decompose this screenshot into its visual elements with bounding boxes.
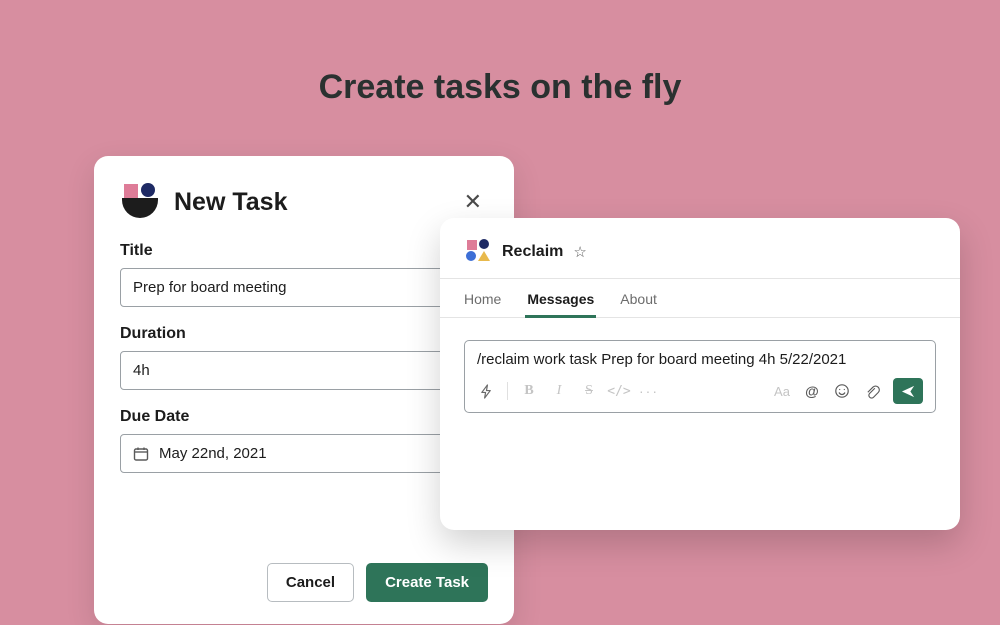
- composer-text[interactable]: /reclaim work task Prep for board meetin…: [477, 351, 923, 368]
- composer-toolbar: B I S </> ··· Aa @: [477, 378, 923, 404]
- slack-header: Reclaim ☆: [440, 238, 960, 278]
- duration-input-value: 4h: [133, 362, 150, 379]
- strikethrough-icon[interactable]: S: [580, 382, 598, 400]
- attachment-icon[interactable]: [863, 382, 881, 400]
- italic-icon[interactable]: I: [550, 382, 568, 400]
- slack-tabs: Home Messages About: [440, 278, 960, 318]
- title-label: Title: [120, 242, 488, 260]
- send-button[interactable]: [893, 378, 923, 404]
- emoji-icon[interactable]: [833, 382, 851, 400]
- duration-label: Duration: [120, 325, 488, 343]
- due-date-input[interactable]: May 22nd, 2021: [120, 434, 488, 473]
- more-icon[interactable]: ···: [640, 382, 658, 400]
- calendar-icon: [133, 446, 149, 462]
- star-icon[interactable]: ☆: [573, 243, 586, 261]
- modal-header: New Task ✕: [120, 182, 488, 222]
- reclaim-app-icon: [464, 238, 492, 266]
- create-task-button[interactable]: Create Task: [366, 563, 488, 602]
- modal-button-row: Cancel Create Task: [267, 563, 488, 602]
- font-icon[interactable]: Aa: [773, 382, 791, 400]
- due-date-label: Due Date: [120, 408, 488, 426]
- tab-about[interactable]: About: [620, 279, 657, 317]
- mention-icon[interactable]: @: [803, 382, 821, 400]
- reclaim-logo-icon: [120, 182, 160, 222]
- title-input[interactable]: Prep for board meeting: [120, 268, 488, 307]
- tab-messages[interactable]: Messages: [527, 279, 594, 317]
- composer-wrap: /reclaim work task Prep for board meetin…: [440, 318, 960, 413]
- title-input-value: Prep for board meeting: [133, 279, 286, 296]
- slack-panel: Reclaim ☆ Home Messages About /reclaim w…: [440, 218, 960, 530]
- code-icon[interactable]: </>: [610, 382, 628, 400]
- duration-input[interactable]: 4h: [120, 351, 488, 390]
- toolbar-separator: [507, 382, 508, 400]
- lightning-icon[interactable]: [477, 382, 495, 400]
- bold-icon[interactable]: B: [520, 382, 538, 400]
- close-icon[interactable]: ✕: [458, 187, 488, 217]
- cancel-button[interactable]: Cancel: [267, 563, 354, 602]
- message-composer[interactable]: /reclaim work task Prep for board meetin…: [464, 340, 936, 413]
- hero-title: Create tasks on the fly: [0, 68, 1000, 107]
- due-date-input-value: May 22nd, 2021: [159, 445, 267, 462]
- modal-title: New Task: [174, 188, 444, 217]
- tab-home[interactable]: Home: [464, 279, 501, 317]
- slack-app-name: Reclaim: [502, 243, 563, 261]
